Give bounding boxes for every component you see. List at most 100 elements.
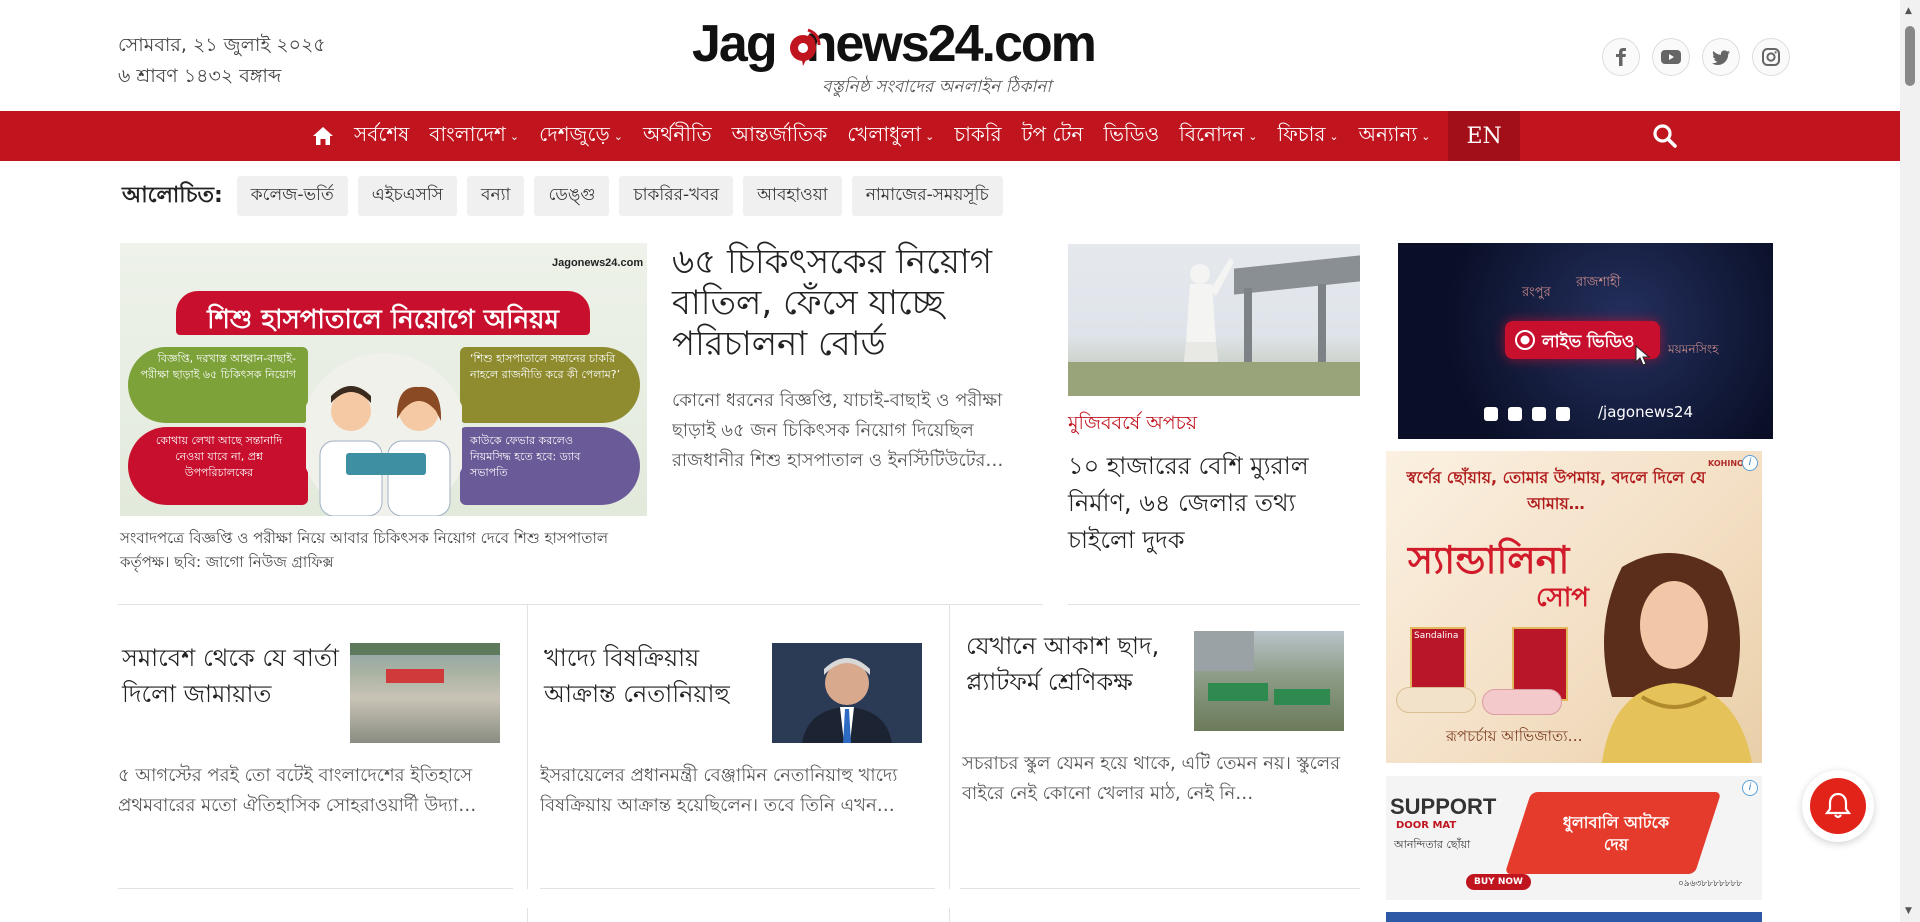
soap-pack-label: Sandalina [1414, 631, 1459, 641]
card-1-image[interactable] [350, 643, 500, 743]
chevron-down-icon: ⌄ [1421, 129, 1431, 143]
nav-economy[interactable]: অর্থনীতি [633, 111, 722, 161]
divider [1068, 604, 1360, 605]
nav-international[interactable]: আন্তর্জাতিক [722, 111, 838, 161]
bell-icon [1825, 792, 1851, 819]
search-button[interactable] [1652, 123, 1678, 149]
trending-tags: আলোচিত: কলেজ-ভর্তি এইচএসসি বন্যা ডেঙ্গু … [122, 176, 1003, 216]
card-3-image[interactable] [1194, 631, 1344, 731]
chevron-down-icon: ⌄ [613, 129, 623, 143]
divider [527, 604, 528, 889]
divider [118, 604, 1043, 605]
graphic-headline: শিশু হাসপাতালে নিয়োগে অনিয়ম [207, 305, 559, 335]
divider [540, 888, 935, 889]
chevron-down-icon: ⌄ [1248, 129, 1258, 143]
nav-feature[interactable]: ফিচার ⌄ [1267, 111, 1348, 161]
map-region-label: রংপুর [1522, 285, 1551, 300]
logo-text-news: news24.com [805, 15, 1097, 73]
divider [527, 908, 528, 922]
nav-countrywide[interactable]: দেশজুড়ে ⌄ [529, 111, 633, 161]
twitter-icon [1712, 49, 1730, 65]
twitter-link[interactable] [1702, 38, 1740, 76]
facebook-link[interactable] [1602, 38, 1640, 76]
chevron-down-icon: ⌄ [1329, 129, 1339, 143]
site-logo[interactable]: Jag news24.com বস্তুনিষ্ঠ সংবাদের অনলাইন … [692, 14, 1112, 100]
trending-tag[interactable]: ডেঙ্গু [534, 176, 610, 216]
trending-tag[interactable]: এইচএসসি [357, 176, 457, 216]
card-2-title[interactable]: খাদ্যে বিষক্রিয়ায় আক্রান্ত নেতানিয়াহু [544, 640, 766, 712]
card-3-title[interactable]: যেখানে আকাশ ছাদ, প্ল্যাটফর্ম শ্রেণিকক্ষ [966, 628, 1188, 700]
main-navigation: সর্বশেষ বাংলাদেশ ⌄ দেশজুড়ে ⌄ অর্থনীতি আন্… [0, 111, 1900, 161]
youtube-link[interactable] [1652, 38, 1690, 76]
date-display: সোমবার, ২১ জুলাই ২০২৫ ৬ শ্রাবণ ১৪৩২ বঙ্গ… [118, 30, 326, 92]
adchoices-icon[interactable]: i [1742, 455, 1758, 471]
bangla-date: ৬ শ্রাবণ ১৪৩২ বঙ্গাব্দ [118, 65, 282, 87]
trending-tag[interactable]: বন্যা [467, 176, 525, 216]
nav-entertainment[interactable]: বিনোদন ⌄ [1169, 111, 1267, 161]
map-region-label: ময়মনসিংহ [1668, 342, 1719, 356]
support-doormat-ad[interactable]: i SUPPORT DOOR MAT আনন্দিতার ছোঁয়া ধুলা… [1386, 776, 1762, 900]
divider [949, 604, 950, 889]
instagram-icon [1762, 48, 1780, 66]
lead-image-caption: সংবাদপত্রে বিজ্ঞপ্তি ও পরীক্ষা নিয়ে আবা… [120, 529, 609, 571]
lead-story-image[interactable]: Jagonews24.com শিশু হাসপাতালে নিয়োগে অন… [120, 243, 647, 516]
social-small-icon [1508, 407, 1522, 421]
card-3-summary: সচরাচর স্কুল যেমন হয়ে থাকে, এটি তেমন নয… [962, 753, 1341, 804]
trending-tag[interactable]: নামাজের-সময়সূচি [851, 176, 1003, 216]
doormat-brand: SUPPORT [1390, 794, 1497, 819]
nav-home[interactable] [302, 111, 344, 161]
logo-mark-icon [790, 28, 821, 66]
soap-bar [1396, 687, 1476, 713]
doctor-illustration [306, 353, 462, 516]
nav-bangladesh[interactable]: বাংলাদেশ ⌄ [419, 111, 529, 161]
lead-story-title[interactable]: ৬৫ চিকিৎসকের নিয়োগ বাতিল, ফেঁসে যাচ্ছে … [672, 242, 1052, 365]
trending-tag[interactable]: কলেজ-ভর্তি [236, 176, 348, 216]
card-1-summary: ৫ আগস্টের পরই তো বটেই বাংলাদেশের ইতিহাসে… [118, 765, 477, 816]
trending-tag[interactable]: আবহাওয়া [743, 176, 842, 216]
gregorian-date: সোমবার, ২১ জুলাই ২০২৫ [118, 34, 326, 56]
chevron-down-icon: ⌄ [925, 129, 935, 143]
cursor-icon [1635, 345, 1651, 366]
soap-ad-tagline: স্বর্ণের ছোঁয়ায়, তোমার উপমায়, বদলে দি… [1406, 468, 1706, 513]
soap-ad-slogan: রূপচর্চায় আভিজাত্য… [1446, 727, 1583, 745]
live-video-ad[interactable]: রংপুর রাজশাহী ময়মনসিংহ লাইভ ভিডিও /jago… [1398, 243, 1773, 439]
map-region-label: রাজশাহী [1576, 275, 1621, 290]
nav-latest[interactable]: সর্বশেষ [344, 111, 419, 161]
english-version-link[interactable]: EN [1448, 111, 1520, 161]
social-links [1602, 38, 1790, 76]
page-scrollbar[interactable]: ▲ ▼ [1900, 0, 1920, 922]
youtube-icon [1661, 50, 1681, 64]
home-icon [313, 127, 333, 145]
nav-top-ten[interactable]: টপ টেন [1012, 111, 1094, 161]
divider [949, 908, 950, 922]
doormat-mat-text: ধুলাবালি আটকে দেয় [1562, 813, 1670, 854]
scroll-down-arrow-icon[interactable]: ▼ [1905, 906, 1912, 916]
ad-banner-partial[interactable] [1386, 912, 1762, 922]
nav-sports[interactable]: খেলাধুলা ⌄ [837, 111, 944, 161]
facebook-icon [1616, 48, 1626, 66]
notification-button[interactable] [1802, 770, 1874, 842]
chevron-down-icon: ⌄ [509, 129, 520, 143]
social-small-icon [1532, 407, 1546, 421]
scroll-thumb[interactable] [1905, 26, 1915, 86]
doormat-sub: DOOR MAT [1396, 820, 1457, 831]
side-story-title[interactable]: ১০ হাজারের বেশি ম্যুরাল নির্মাণ, ৬৪ জেলা… [1068, 448, 1368, 559]
nav-video[interactable]: ভিডিও [1093, 111, 1169, 161]
side-story-kicker[interactable]: মুজিববর্ষে অপচয় [1068, 409, 1197, 441]
side-story-image[interactable] [1068, 244, 1360, 396]
sandalina-soap-ad[interactable]: KOHINOOR i স্বর্ণের ছোঁয়ায়, তোমার উপমা… [1386, 451, 1762, 763]
instagram-link[interactable] [1752, 38, 1790, 76]
divider [118, 888, 513, 889]
adchoices-icon[interactable]: i [1742, 780, 1758, 796]
trending-tag[interactable]: চাকরির-খবর [619, 176, 734, 216]
nav-others[interactable]: অন্যান্য ⌄ [1349, 111, 1441, 161]
doormat-buy-now[interactable]: BUY NOW [1466, 874, 1531, 890]
scroll-up-arrow-icon[interactable]: ▲ [1905, 6, 1912, 16]
nav-jobs[interactable]: চাকরি [944, 111, 1011, 161]
soap-bar [1482, 689, 1562, 715]
graphic-bubble-text: কাউকে ফেভার করলেও নিয়মসিদ্ধ হতে হবে: ড্… [470, 434, 581, 479]
search-icon [1653, 124, 1677, 148]
card-1-title[interactable]: সমাবেশ থেকে যে বার্তা দিলো জামায়াত [122, 640, 350, 712]
graphic-bubble-text: কোথায় লেখা আছে সন্তানাদি নেওয়া যাবে না… [155, 434, 283, 479]
card-2-image[interactable] [772, 643, 922, 743]
